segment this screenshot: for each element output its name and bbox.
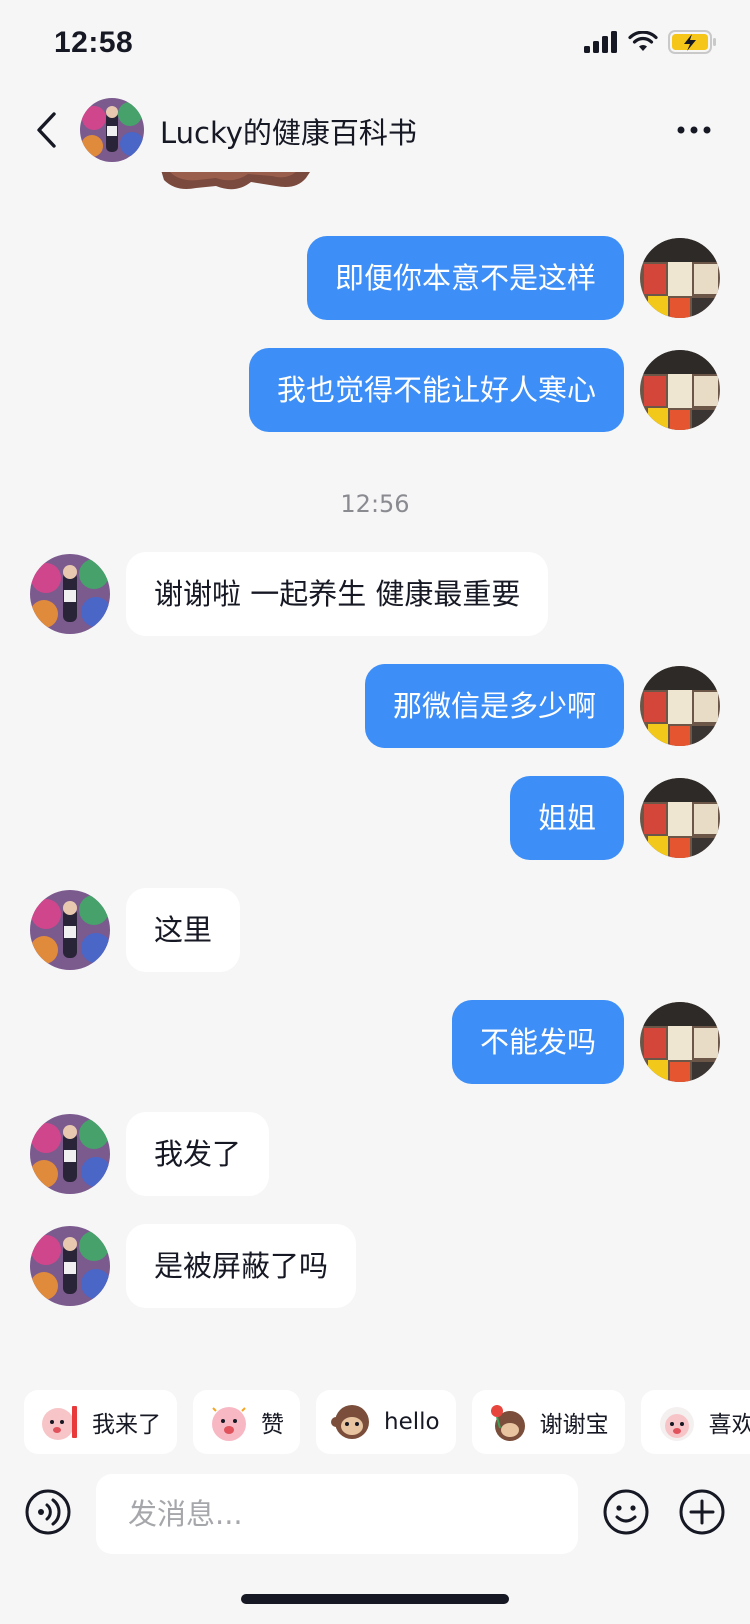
chat-header: Lucky的健康百科书 xyxy=(0,88,750,172)
message-row: 是被屏蔽了吗 xyxy=(0,1224,750,1308)
more-actions-button[interactable] xyxy=(678,1488,726,1536)
message-bubble[interactable]: 我发了 xyxy=(126,1112,270,1196)
message-row: 那微信是多少啊 xyxy=(0,664,750,748)
message-bubble[interactable]: 姐姐 xyxy=(509,776,624,860)
message-bubble[interactable]: 即便你本意不是这样 xyxy=(306,236,624,320)
message-timestamp: 12:56 xyxy=(340,490,410,518)
quick-reply-label: 喜欢 xyxy=(708,1412,750,1438)
sticker-icon xyxy=(42,1406,77,1440)
message-bubble[interactable]: 是被屏蔽了吗 xyxy=(126,1224,357,1308)
quick-reply-label: 我来了 xyxy=(92,1412,161,1438)
message-row: 姐姐 xyxy=(0,776,750,860)
message-bubble[interactable]: 我也觉得不能让好人寒心 xyxy=(248,348,624,432)
status-bar: 12:58 xyxy=(0,0,750,88)
chevron-left-icon xyxy=(37,112,56,148)
quick-reply-label: 赞 xyxy=(261,1412,284,1438)
quick-reply-chip[interactable]: hello xyxy=(316,1390,456,1454)
emoji-button[interactable] xyxy=(602,1488,650,1536)
battery-charging-icon xyxy=(668,30,716,54)
sticker-icon xyxy=(490,1405,525,1441)
more-icon xyxy=(677,126,711,134)
wifi-icon xyxy=(628,31,658,51)
message-bubble[interactable]: 那微信是多少啊 xyxy=(364,664,624,748)
contact-name[interactable]: Lucky的健康百科书 xyxy=(160,110,417,152)
quick-reply-chip[interactable]: 我来了 xyxy=(24,1390,177,1454)
contact-avatar[interactable] xyxy=(30,890,110,970)
more-options-button[interactable] xyxy=(672,110,716,150)
my-avatar[interactable] xyxy=(640,350,720,430)
quick-reply-label: 谢谢宝 xyxy=(539,1412,609,1438)
sticker-icon xyxy=(659,1407,694,1441)
message-bubble[interactable]: 不能发吗 xyxy=(451,1000,624,1084)
message-row: 不能发吗 xyxy=(0,1000,750,1084)
message-list[interactable]: 即便你本意不是这样 我也觉得不能让好人寒心 12:56 谢谢啦 一起养生 健康最… xyxy=(0,172,750,1362)
status-time: 12:58 xyxy=(54,26,134,59)
voice-icon xyxy=(25,1489,71,1535)
sticker-image[interactable] xyxy=(156,172,320,200)
message-bubble[interactable]: 这里 xyxy=(126,888,241,972)
quick-reply-chip[interactable]: 谢谢宝 xyxy=(471,1390,625,1454)
quick-reply-label: hello xyxy=(384,1409,440,1435)
signal-icon xyxy=(584,31,617,53)
plus-icon xyxy=(679,1489,725,1535)
message-row: 这里 xyxy=(0,888,750,972)
my-avatar[interactable] xyxy=(640,778,720,858)
voice-button[interactable] xyxy=(24,1488,72,1536)
sticker-icon xyxy=(212,1407,246,1441)
message-row: 谢谢啦 一起养生 健康最重要 xyxy=(0,552,750,636)
contact-avatar[interactable] xyxy=(30,1226,110,1306)
composer-panel: 我来了 赞 hello 谢谢宝 喜欢 发消息... xyxy=(0,1362,750,1624)
status-icons xyxy=(584,30,718,54)
input-row: 发消息... xyxy=(0,1474,750,1554)
quick-reply-chip[interactable]: 赞 xyxy=(193,1390,300,1454)
contact-avatar[interactable] xyxy=(80,98,144,162)
message-row: 即便你本意不是这样 xyxy=(0,236,750,320)
message-row: 我也觉得不能让好人寒心 xyxy=(0,348,750,432)
home-indicator[interactable] xyxy=(241,1594,509,1604)
message-input[interactable]: 发消息... xyxy=(96,1474,578,1554)
back-button[interactable] xyxy=(26,106,66,154)
contact-avatar[interactable] xyxy=(30,1114,110,1194)
sticker-icon xyxy=(331,1405,369,1439)
message-row: 我发了 xyxy=(0,1112,750,1196)
my-avatar[interactable] xyxy=(640,666,720,746)
smiley-icon xyxy=(603,1489,649,1535)
quick-reply-bar[interactable]: 我来了 赞 hello 谢谢宝 喜欢 xyxy=(24,1390,750,1454)
my-avatar[interactable] xyxy=(640,1002,720,1082)
my-avatar[interactable] xyxy=(640,238,720,318)
quick-reply-chip[interactable]: 喜欢 xyxy=(640,1390,750,1454)
message-bubble[interactable]: 谢谢啦 一起养生 健康最重要 xyxy=(126,552,549,636)
contact-avatar[interactable] xyxy=(30,554,110,634)
